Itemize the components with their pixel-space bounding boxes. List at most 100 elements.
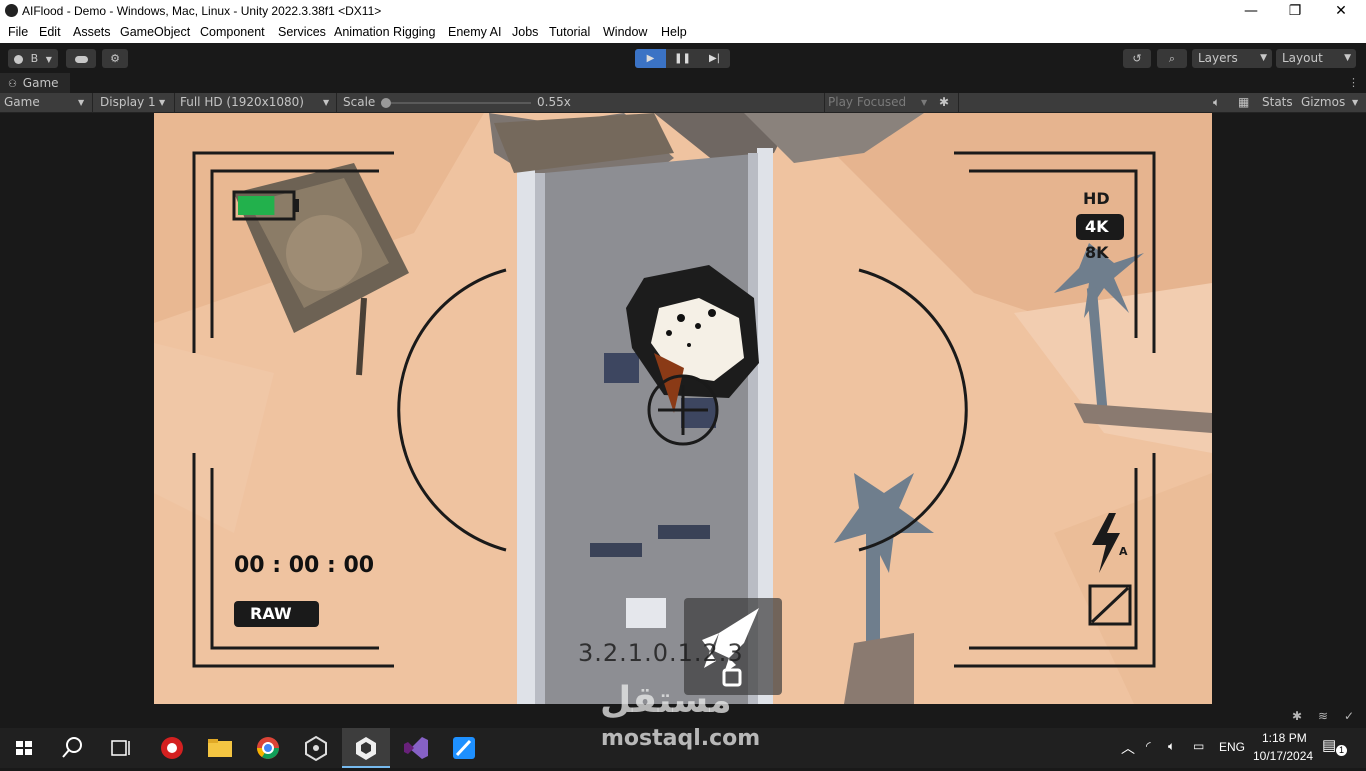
notification-button[interactable]: ▤ 1	[1322, 736, 1347, 760]
divider	[174, 93, 175, 113]
scale-slider-track[interactable]	[385, 102, 531, 104]
chevron-up-icon[interactable]: ︿	[1121, 738, 1135, 758]
pause-icon: ❚❚	[674, 53, 691, 64]
start-button[interactable]	[0, 728, 48, 768]
menu-jobs[interactable]: Jobs	[512, 25, 538, 39]
taskbar-app-recorder[interactable]	[148, 728, 196, 768]
flash-mode-label: A	[1119, 545, 1128, 558]
language-indicator[interactable]: ENG	[1219, 740, 1245, 754]
account-label: B	[30, 52, 39, 65]
menu-gameobject[interactable]: GameObject	[120, 25, 190, 39]
quality-4k-label[interactable]: 4K	[1085, 217, 1109, 236]
taskbar-app-paint[interactable]	[440, 728, 488, 768]
game-viewport[interactable]: HD 4K 8K 00 : 00 : 00 RAW A 3.2.1.0.1.2.…	[154, 113, 1212, 704]
menu-animation-rigging[interactable]: Animation Rigging	[334, 25, 435, 39]
quality-8k-label[interactable]: 8K	[1085, 243, 1109, 262]
scale-value: 0.55x	[537, 95, 571, 109]
vehicle	[604, 353, 639, 383]
menu-edit[interactable]: Edit	[39, 25, 61, 39]
menu-services[interactable]: Services	[278, 25, 326, 39]
layout-dropdown[interactable]: Layout ▼	[1276, 49, 1356, 68]
taskbar-app-chrome[interactable]	[244, 728, 292, 768]
view-mode-dropdown[interactable]: Game	[4, 95, 40, 109]
vehicle	[658, 525, 710, 539]
cloud-icon	[74, 55, 88, 63]
wifi-icon[interactable]: ◜	[1146, 739, 1151, 753]
play-focused-dropdown[interactable]: Play Focused	[828, 95, 906, 109]
scale-slider-handle[interactable]	[381, 98, 391, 108]
taskbar-app-explorer[interactable]	[196, 728, 244, 768]
unity-icon	[356, 737, 376, 760]
account-dropdown[interactable]: B ▼	[8, 49, 58, 68]
recorder-icon	[161, 737, 183, 759]
tab-bar: ⚇ Game ⋮	[0, 73, 1366, 93]
log	[844, 633, 914, 704]
folder-icon	[208, 739, 232, 757]
scale-label: Scale	[343, 95, 376, 109]
layers-dropdown[interactable]: Layers ▼	[1192, 49, 1272, 68]
menu-help[interactable]: Help	[661, 25, 687, 39]
quality-hd-label[interactable]: HD	[1083, 189, 1110, 208]
chevron-down-icon: ▼	[78, 98, 85, 107]
clock-time[interactable]: 1:18 PM	[1262, 731, 1307, 745]
menu-window[interactable]: Window	[603, 25, 647, 39]
chevron-down-icon: ▼	[159, 98, 166, 107]
chevron-down-icon: ▼	[921, 98, 928, 107]
minimize-button[interactable]: —	[1228, 0, 1274, 22]
resolution-dropdown[interactable]: Full HD (1920x1080)	[180, 95, 304, 109]
taskbar-app-unity-editor[interactable]	[342, 728, 390, 768]
zoom-scale: 3.2.1.0.1.2.3	[578, 639, 744, 667]
step-icon: ▶|	[708, 53, 721, 64]
check-circle-icon[interactable]: ✓	[1344, 709, 1354, 723]
bug-icon[interactable]: ✱	[1292, 709, 1302, 723]
game-scene	[154, 113, 1212, 704]
display-dropdown[interactable]: Display 1	[100, 95, 156, 109]
stats-button[interactable]: Stats	[1262, 95, 1293, 109]
layers-icon[interactable]: ≋	[1318, 709, 1328, 723]
more-options-icon[interactable]: ⋮	[1348, 76, 1359, 89]
vehicle	[681, 398, 716, 428]
title-bar: AIFlood - Demo - Windows, Mac, Linux - U…	[0, 0, 1366, 22]
main-toolbar: B ▼ ⚙ ▶ ❚❚ ▶| ↺ ⌕ Layers ▼ Layout ▼	[0, 43, 1366, 73]
task-view-button[interactable]	[96, 728, 144, 768]
gear-icon: ⚙	[110, 52, 120, 65]
step-button[interactable]: ▶|	[699, 49, 730, 68]
pause-button[interactable]: ❚❚	[667, 49, 698, 68]
grid-icon[interactable]: ▦	[1238, 95, 1249, 109]
layers-label: Layers	[1198, 51, 1238, 65]
speaker-icon[interactable]: 🔈︎	[1213, 95, 1220, 110]
search-button[interactable]: ⌕	[1157, 49, 1187, 68]
notification-count: 1	[1336, 745, 1347, 756]
cloud-button[interactable]	[66, 49, 96, 68]
gamepad-icon: ⚇	[8, 79, 17, 90]
gizmos-button[interactable]: Gizmos	[1301, 95, 1345, 109]
chevron-down-icon: ▼	[1344, 53, 1351, 63]
volume-icon[interactable]: 🔈︎	[1168, 739, 1175, 754]
maximize-button[interactable]: ❐	[1272, 0, 1318, 22]
chrome-icon	[257, 737, 279, 759]
close-button[interactable]: ✕	[1318, 0, 1364, 22]
tab-game-label: Game	[22, 76, 59, 90]
divider	[336, 93, 337, 113]
search-button[interactable]	[48, 728, 96, 768]
bug-icon[interactable]: ✱	[939, 95, 949, 109]
menu-tutorial[interactable]: Tutorial	[549, 25, 590, 39]
taskbar-app-unity-hub[interactable]	[292, 728, 340, 768]
raw-badge-label: RAW	[250, 604, 292, 623]
history-icon: ↺	[1132, 52, 1142, 65]
divider	[958, 93, 959, 113]
visual-studio-icon	[404, 737, 428, 759]
battery-tray-icon[interactable]: ▭	[1193, 739, 1204, 753]
collab-button[interactable]: ⚙	[102, 49, 128, 68]
history-button[interactable]: ↺	[1123, 49, 1151, 68]
play-button[interactable]: ▶	[635, 49, 666, 68]
taskbar-app-visual-studio[interactable]	[392, 728, 440, 768]
tab-game[interactable]: ⚇ Game	[0, 73, 70, 93]
layout-label: Layout	[1282, 51, 1323, 65]
clock-date[interactable]: 10/17/2024	[1253, 749, 1313, 763]
road-rail-left	[517, 168, 535, 704]
menu-assets[interactable]: Assets	[73, 25, 111, 39]
menu-file[interactable]: File	[8, 25, 28, 39]
menu-enemy-ai[interactable]: Enemy AI	[448, 25, 502, 39]
menu-component[interactable]: Component	[200, 25, 265, 39]
